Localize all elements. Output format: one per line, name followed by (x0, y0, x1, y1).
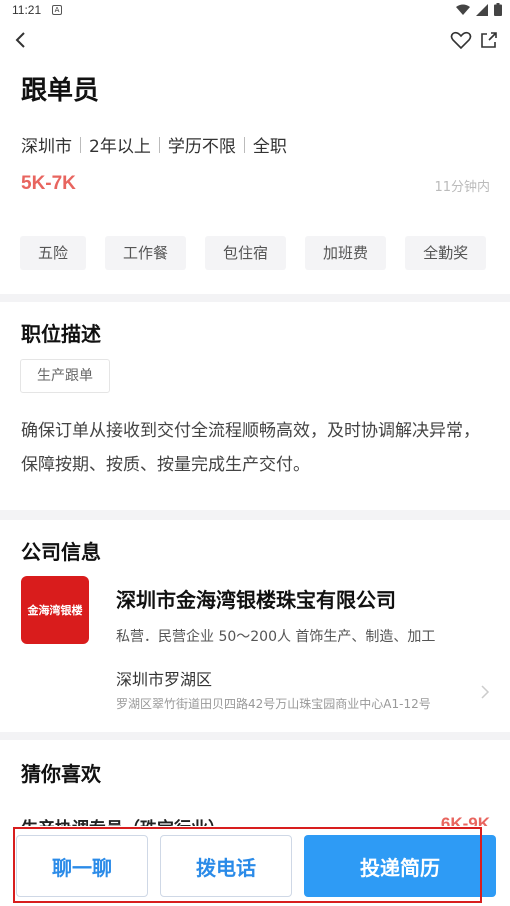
recommend-heading: 猜你喜欢 (21, 762, 101, 786)
job-summary-card: 跟单员 深圳市 2年以上 学历不限 全职 5K-7K 11分钟内 五险 工作餐 … (0, 58, 510, 294)
chat-button[interactable]: 聊一聊 (16, 835, 148, 897)
status-bar: 11:21 A (0, 0, 510, 22)
company-city: 深圳市罗湖区 (116, 670, 213, 689)
job-city: 深圳市 (21, 137, 72, 157)
call-button[interactable]: 拨电话 (160, 835, 292, 897)
update-time: 11分钟内 (434, 180, 490, 195)
wifi-icon (456, 4, 470, 15)
apply-resume-button[interactable]: 投递简历 (304, 835, 496, 897)
company-info-card[interactable]: 公司信息 金海湾银楼 深圳市金海湾银楼珠宝有限公司 私营．民营企业 50～200… (0, 520, 510, 732)
job-education: 学历不限 (167, 137, 236, 157)
back-arrow-icon[interactable] (8, 26, 36, 54)
signal-icon (476, 3, 488, 16)
job-experience: 2年以上 (89, 137, 151, 157)
benefit-tags: 五险 工作餐 包住宿 加班费 全勤奖 (20, 236, 505, 270)
status-time: 11:21 (12, 3, 42, 17)
benefit-tag: 全勤奖 (405, 236, 487, 270)
benefit-tag: 工作餐 (105, 236, 187, 270)
company-name: 深圳市金海湾银楼珠宝有限公司 (116, 588, 396, 612)
benefit-tag: 包住宿 (205, 236, 287, 270)
benefit-tag: 加班费 (305, 236, 387, 270)
meta-divider (243, 136, 245, 153)
favorite-heart-icon[interactable] (448, 27, 474, 53)
job-title: 跟单员 (21, 76, 100, 106)
job-salary: 5K-7K (21, 173, 76, 194)
description-text: 确保订单从接收到交付全流程顺畅高效，及时协调解决异常，保障按期、按质、按量完成生… (21, 421, 480, 475)
company-logo-text: 金海湾银楼 (27, 604, 83, 617)
job-description-card: 职位描述 生产跟单 确保订单从接收到交付全流程顺畅高效，及时协调解决异常，保障按… (0, 302, 510, 510)
benefit-tag: 五险 (20, 236, 87, 270)
description-heading: 职位描述 (21, 322, 101, 346)
battery-icon (494, 3, 502, 16)
notification-icon: A (52, 5, 62, 15)
meta-divider (158, 136, 160, 153)
chevron-right-icon[interactable] (480, 684, 490, 700)
job-meta: 深圳市 2年以上 学历不限 全职 (21, 132, 287, 157)
company-heading: 公司信息 (21, 540, 101, 564)
job-type: 全职 (252, 137, 287, 157)
company-meta: 私营．民营企业 50～200人 首饰生产、制造、加工 (116, 629, 436, 645)
share-icon[interactable] (476, 27, 502, 53)
action-bar: 聊一聊 拨电话 投递简历 (0, 826, 510, 906)
meta-divider (80, 136, 81, 153)
nav-bar (0, 22, 510, 58)
category-tag: 生产跟单 (20, 359, 110, 393)
company-logo: 金海湾银楼 (21, 576, 89, 644)
company-address: 罗湖区翠竹街道田贝四路42号万山珠宝园商业中心A1-12号 (116, 697, 431, 711)
